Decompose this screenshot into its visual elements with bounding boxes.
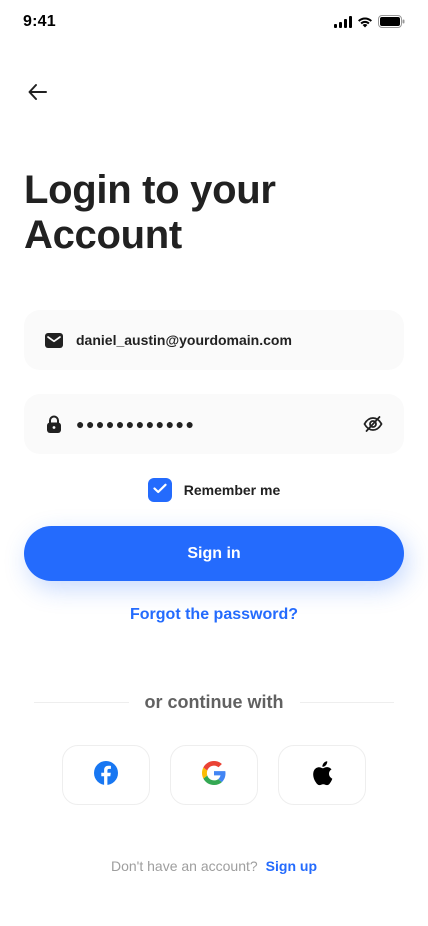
login-screen: 9:41 Login to your Account daniel_austin… (0, 0, 428, 926)
divider-line-left (34, 701, 129, 703)
battery-icon (378, 15, 405, 28)
social-login-row (62, 745, 366, 805)
status-time: 9:41 (23, 13, 56, 30)
signup-prompt: Don't have an account? Sign up (0, 858, 428, 874)
remember-me-label[interactable]: Remember me (184, 482, 281, 498)
apple-icon (311, 760, 333, 791)
continue-with-divider: or continue with (34, 692, 394, 712)
status-icons (334, 15, 405, 28)
signup-prompt-text: Don't have an account? (111, 858, 258, 874)
cellular-signal-icon (334, 15, 352, 28)
facebook-login-button[interactable] (62, 745, 150, 805)
sign-in-button[interactable]: Sign in (24, 526, 404, 581)
google-icon (202, 760, 226, 790)
page-title-line-1: Login to your (24, 168, 276, 212)
back-button[interactable] (24, 80, 52, 108)
page-title: Login to your Account (24, 168, 404, 258)
lock-icon (44, 414, 64, 434)
sign-up-link[interactable]: Sign up (266, 858, 317, 874)
eye-slash-icon[interactable] (362, 413, 384, 435)
password-input[interactable]: ●●●●●●●●●●●● (76, 416, 362, 432)
check-icon (153, 481, 167, 499)
email-input[interactable] (76, 332, 384, 348)
email-field[interactable] (24, 310, 404, 370)
divider-label: or continue with (144, 691, 284, 712)
arrow-left-icon (26, 80, 50, 109)
page-title-line-2: Account (24, 213, 182, 257)
apple-login-button[interactable] (278, 745, 366, 805)
google-login-button[interactable] (170, 745, 258, 805)
envelope-icon (44, 330, 64, 350)
forgot-password-link[interactable]: Forgot the password? (0, 606, 428, 624)
divider-line-right (299, 701, 394, 703)
status-bar: 9:41 (0, 0, 428, 44)
wifi-icon (357, 16, 373, 28)
password-field[interactable]: ●●●●●●●●●●●● (24, 394, 404, 454)
facebook-icon (94, 760, 118, 790)
remember-me-checkbox[interactable] (147, 478, 172, 502)
remember-me-row: Remember me (0, 478, 428, 502)
